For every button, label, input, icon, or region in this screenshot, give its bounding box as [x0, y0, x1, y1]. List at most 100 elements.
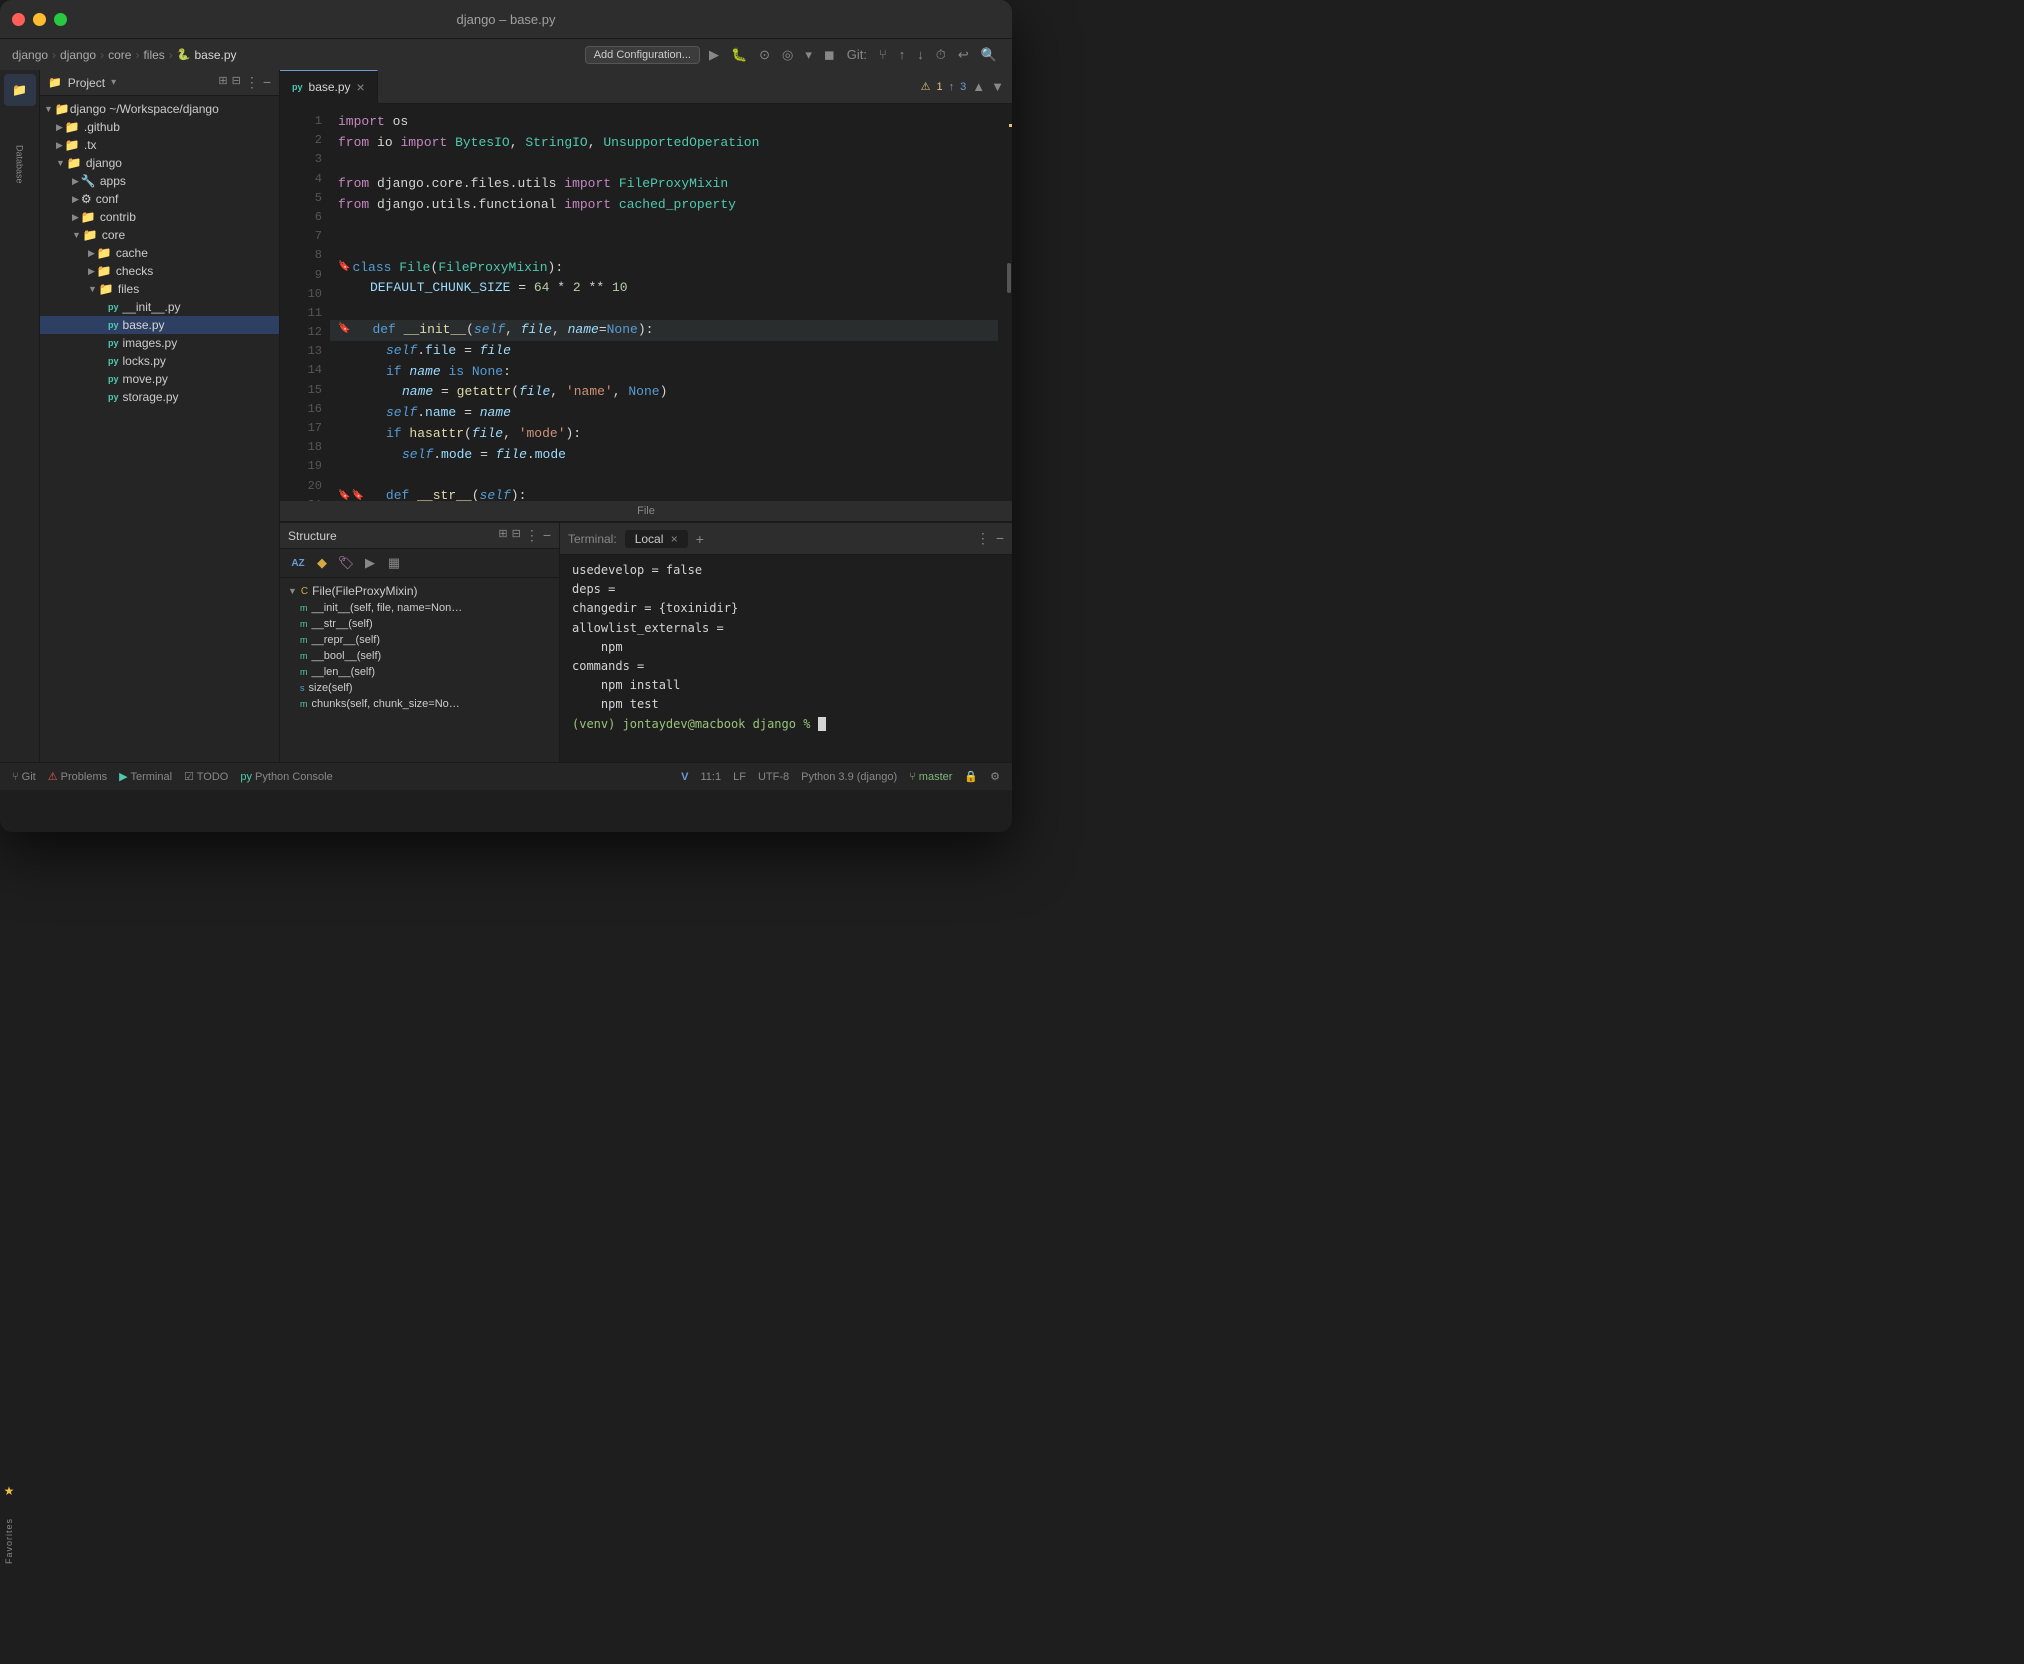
warning-count-icon: ⚠ [921, 80, 931, 93]
tree-storagepy[interactable]: py storage.py [40, 388, 279, 406]
terminal-add-button[interactable]: + [692, 531, 708, 547]
minimize-button[interactable] [33, 13, 46, 26]
lock-icon[interactable]: 🔒 [964, 770, 978, 783]
git-pull-icon[interactable]: ↓ [914, 45, 927, 64]
scrollbar-thumb[interactable] [1007, 263, 1011, 293]
database-icon[interactable]: Database [4, 148, 36, 180]
profile-icon[interactable]: ◎ [779, 45, 796, 65]
settings-icon[interactable]: ⚙ [990, 770, 1000, 783]
tree-root[interactable]: ▼ 📁 django ~/Workspace/django [40, 100, 279, 118]
terminal-minimize-icon[interactable]: − [996, 530, 1004, 547]
struct-method-str[interactable]: m __str__(self) [280, 616, 559, 632]
run-icon[interactable]: ▶ [706, 45, 722, 65]
apps-label: apps [100, 174, 126, 188]
branch-status[interactable]: ⑂ master [909, 771, 952, 783]
struct-filter-icon[interactable]: ▦ [384, 553, 404, 573]
breadcrumb-django[interactable]: django [12, 48, 48, 62]
scroll-up-icon[interactable]: ▲ [972, 79, 985, 94]
problems-status[interactable]: ⚠ Problems [48, 770, 107, 783]
favorites-label[interactable]: Favorites [4, 1518, 14, 1564]
search-icon[interactable]: 🔍 [978, 45, 1000, 65]
vim-icon[interactable]: V [681, 771, 688, 783]
struct-more-icon[interactable]: ⋮ [525, 527, 539, 544]
close-button[interactable] [12, 13, 25, 26]
struct-method-repr[interactable]: m __repr__(self) [280, 632, 559, 648]
todo-status[interactable]: ☑ TODO [184, 770, 228, 783]
git-push-icon[interactable]: ↑ [896, 45, 909, 64]
struct-method-len[interactable]: m __len__(self) [280, 664, 559, 680]
git-label: Git: [844, 45, 870, 64]
terminal-more-icon[interactable]: ⋮ [976, 530, 990, 547]
line-ending-status[interactable]: LF [733, 771, 746, 783]
tree-basepy[interactable]: py base.py [40, 316, 279, 334]
stop-icon[interactable]: ◼ [821, 45, 838, 65]
terminal-tab-local[interactable]: Local × [625, 530, 688, 548]
tree-close-icon[interactable]: − [263, 74, 271, 91]
favorites-star[interactable]: ★ [4, 1484, 15, 1498]
coverage-icon[interactable]: ⊙ [756, 45, 773, 65]
encoding-status[interactable]: UTF-8 [758, 771, 789, 783]
tab-close-icon[interactable]: × [357, 79, 365, 95]
python-console-status[interactable]: py Python Console [240, 771, 332, 783]
tree-movepy[interactable]: py move.py [40, 370, 279, 388]
tree-core[interactable]: ▼ 📁 core [40, 226, 279, 244]
struct-tag-icon[interactable]: 🏷 [336, 553, 356, 573]
traffic-lights[interactable] [12, 13, 67, 26]
code-editor[interactable]: 1 2 3 4 5 6 7 8 9 10 11 12 13 14 15 16 1… [280, 104, 1012, 501]
tree-dropdown-icon[interactable]: ▾ [111, 77, 116, 88]
breadcrumb-django2[interactable]: django [60, 48, 96, 62]
terminal-tab-close[interactable]: × [671, 532, 678, 546]
tree-conf[interactable]: ▶ ⚙ conf [40, 190, 279, 208]
bookmark-11: 🔖 [338, 322, 350, 338]
tree-lockspy[interactable]: py locks.py [40, 352, 279, 370]
method-label-repr: __repr__(self) [312, 634, 380, 646]
git-fork-icon[interactable]: ⑂ [876, 45, 890, 64]
tree-imagespy[interactable]: py images.py [40, 334, 279, 352]
contrib-icon: 📁 [81, 210, 96, 224]
struct-collapse-icon[interactable]: ⊟ [512, 527, 521, 544]
struct-method-bool[interactable]: m __bool__(self) [280, 648, 559, 664]
terminal-status[interactable]: ▶ Terminal [119, 770, 172, 783]
terminal-content[interactable]: usedevelop = false deps = changedir = {t… [560, 555, 1012, 762]
tree-django[interactable]: ▼ 📁 django [40, 154, 279, 172]
struct-class-file[interactable]: ▼ C File(FileProxyMixin) [280, 582, 559, 600]
python-version-status[interactable]: Python 3.9 (django) [801, 771, 897, 783]
sort-alpha-icon[interactable]: AZ [288, 553, 308, 573]
tree-github[interactable]: ▶ 📁 .github [40, 118, 279, 136]
breadcrumb-files[interactable]: files [143, 48, 164, 62]
struct-method-chunks[interactable]: m chunks(self, chunk_size=No… [280, 696, 559, 712]
struct-expand-icon[interactable]: ⊞ [498, 527, 507, 544]
struct-close-icon[interactable]: − [543, 527, 551, 544]
code-line-13: if name is None: [330, 362, 998, 383]
position-status[interactable]: 11:1 [701, 771, 722, 783]
tree-more-icon[interactable]: ⋮ [245, 74, 259, 91]
git-status[interactable]: ⑂ Git [12, 771, 36, 783]
breadcrumb-core[interactable]: core [108, 48, 131, 62]
breadcrumb-basepy[interactable]: base.py [194, 48, 236, 62]
struct-method-init[interactable]: m __init__(self, file, name=Non… [280, 600, 559, 616]
editor-scrollbar[interactable] [998, 104, 1012, 501]
tab-basepy[interactable]: py base.py × [280, 70, 378, 104]
tree-init-py[interactable]: py __init__.py [40, 298, 279, 316]
git-history-icon[interactable]: ⏱ [933, 45, 949, 65]
project-icon[interactable]: 📁 [4, 74, 36, 106]
more-run-icon[interactable]: ▾ [802, 45, 815, 65]
tree-cache[interactable]: ▶ 📁 cache [40, 244, 279, 262]
scroll-down-icon[interactable]: ▼ [991, 79, 1004, 94]
tree-collapse-icon[interactable]: ⊟ [232, 74, 241, 91]
tree-contrib[interactable]: ▶ 📁 contrib [40, 208, 279, 226]
struct-diamond-icon[interactable]: ◆ [312, 553, 332, 573]
tree-checks[interactable]: ▶ 📁 checks [40, 262, 279, 280]
tree-expand-icon[interactable]: ⊞ [218, 74, 227, 91]
add-configuration-button[interactable]: Add Configuration... [585, 46, 700, 64]
struct-terminal-icon[interactable]: ▶ [360, 553, 380, 573]
maximize-button[interactable] [54, 13, 67, 26]
debug-icon[interactable]: 🐛 [728, 45, 750, 65]
terminal-line-8: npm test [572, 695, 1000, 714]
tree-files[interactable]: ▼ 📁 files [40, 280, 279, 298]
tree-apps[interactable]: ▶ 🔧 apps [40, 172, 279, 190]
struct-method-size[interactable]: s size(self) [280, 680, 559, 696]
cache-arrow: ▶ [88, 248, 95, 259]
git-revert-icon[interactable]: ↩ [955, 45, 972, 65]
tree-tx[interactable]: ▶ 📁 .tx [40, 136, 279, 154]
